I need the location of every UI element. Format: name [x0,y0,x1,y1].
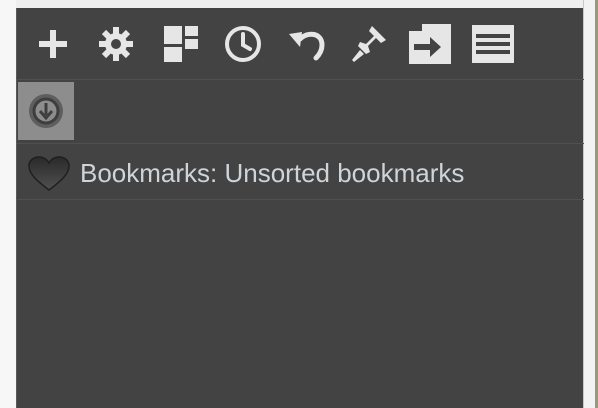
history-button[interactable] [219,20,267,68]
import-button[interactable] [406,20,454,68]
scrollbar-track[interactable] [583,0,598,408]
speed-dial-icon [164,26,198,62]
plus-icon [39,30,67,58]
undo-icon [289,31,325,61]
window-top-edge [0,0,598,8]
speed-dial-button[interactable] [157,20,205,68]
gear-icon [99,27,133,61]
pin-icon [352,26,386,62]
download-icon [29,94,63,128]
bookmark-folder-label: Bookmarks: Unsorted bookmarks [80,158,465,188]
sidebar-toolbar [17,8,584,80]
import-icon [409,24,451,64]
page-left-edge [0,0,16,408]
settings-button[interactable] [92,20,140,68]
sidebar-panel: Bookmarks: Unsorted bookmarks [16,8,584,408]
menu-icon [472,25,514,63]
heart-icon [28,156,70,191]
downloads-button[interactable] [18,82,74,140]
bookmark-folder-item[interactable]: Bookmarks: Unsorted bookmarks [17,144,584,200]
downloads-row [17,80,584,144]
menu-button[interactable] [469,20,517,68]
add-button[interactable] [29,20,77,68]
pin-button[interactable] [344,20,392,68]
undo-closed-button[interactable] [282,20,330,68]
clock-icon [225,26,261,62]
